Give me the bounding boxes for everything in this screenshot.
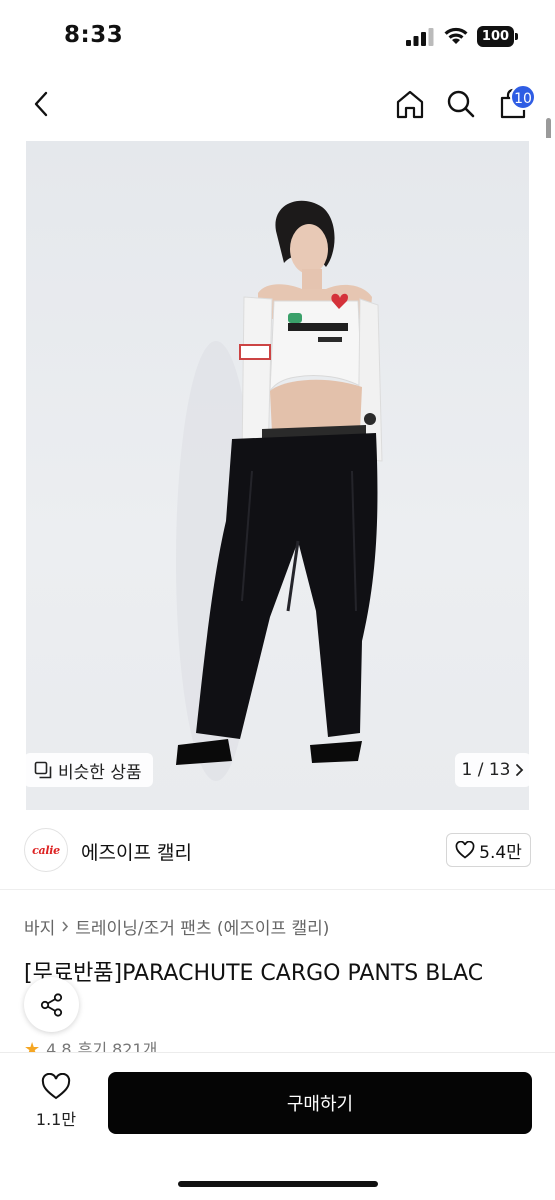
wifi-icon <box>444 27 468 44</box>
share-icon <box>40 992 62 1017</box>
rating-value: 4.8 <box>46 1040 72 1054</box>
shop-info-row[interactable]: calie 에즈이프 캘리 5.4만 <box>0 810 555 890</box>
similar-products-button[interactable]: 비슷한 상품 <box>24 753 153 787</box>
cellular-signal-icon <box>406 28 434 46</box>
shop-logo-text: calie <box>32 843 60 857</box>
battery-level: 100 <box>477 26 514 47</box>
model-illustration <box>176 200 383 781</box>
breadcrumb-item-training-pants[interactable]: 트레이닝/조거 팬츠 (에즈이프 캘리) <box>75 914 329 939</box>
buy-button[interactable]: 구매하기 <box>108 1072 532 1134</box>
back-button[interactable] <box>22 84 62 124</box>
top-nav-bar <box>0 72 555 138</box>
cart-count-badge: 10 <box>510 84 536 110</box>
image-pager-button[interactable]: 1 / 13 <box>455 753 531 787</box>
heart-outline-icon <box>455 841 475 859</box>
bottom-action-bar: 1.1만 구매하기 <box>0 1053 555 1200</box>
chevron-right-icon <box>516 764 524 776</box>
home-button[interactable] <box>390 84 430 124</box>
home-indicator[interactable] <box>178 1181 378 1187</box>
shop-like-count: 5.4만 <box>479 842 522 863</box>
search-button[interactable] <box>441 84 481 124</box>
wishlist-count: 1.1만 <box>35 1110 77 1129</box>
share-button[interactable] <box>24 977 79 1032</box>
heart-outline-icon <box>41 1073 71 1100</box>
back-chevron-icon <box>34 91 48 117</box>
breadcrumb: 바지 트레이닝/조거 팬츠 (에즈이프 캘리) <box>24 914 329 939</box>
shop-like-button[interactable]: 5.4만 <box>446 833 531 867</box>
status-bar: 8:33 100 <box>0 0 555 72</box>
product-image-gallery[interactable] <box>0 138 555 810</box>
battery-icon: 100 <box>477 26 519 47</box>
image-pager-text: 1 / 13 <box>461 760 511 780</box>
similar-products-label: 비슷한 상품 <box>58 762 142 783</box>
product-photo <box>26 141 529 810</box>
shop-logo[interactable]: calie <box>24 828 68 872</box>
status-time: 8:33 <box>64 22 124 48</box>
chevron-right-icon <box>62 921 69 932</box>
similar-products-icon <box>34 761 52 779</box>
product-title: [무료반품]PARACHUTE CARGO PANTS BLAC <box>24 961 484 986</box>
wishlist-button[interactable]: 1.1만 <box>26 1073 86 1133</box>
search-icon <box>447 90 475 118</box>
shop-name[interactable]: 에즈이프 캘리 <box>81 838 192 865</box>
review-count: 후기 821개 <box>77 1040 158 1054</box>
star-icon: ★ <box>24 1040 41 1054</box>
home-icon <box>396 90 424 119</box>
rating-row[interactable]: ★ 4.8 후기 821개 <box>24 1040 157 1054</box>
breadcrumb-item-pants[interactable]: 바지 <box>24 914 55 939</box>
